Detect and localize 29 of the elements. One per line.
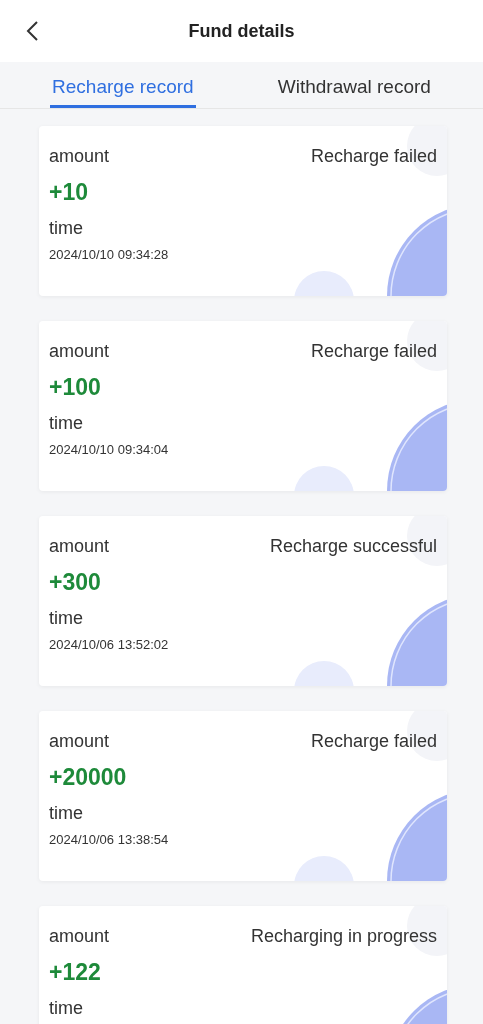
time-value: 2024/10/06 13:52:02: [49, 637, 169, 652]
status-text: Recharge failed: [310, 146, 437, 167]
back-icon[interactable]: [25, 20, 39, 42]
amount-label: amount: [49, 341, 110, 362]
status-text: Recharge failed: [310, 341, 437, 362]
tab[interactable]: Recharge record: [50, 62, 196, 108]
time-label: time: [49, 413, 83, 434]
time-value: 2024/10/10 09:34:04: [49, 442, 169, 457]
time-value: 2024/10/06 13:38:54: [49, 832, 169, 847]
amount-label: amount: [49, 926, 110, 947]
time-label: time: [49, 803, 83, 824]
amount-value: +20000: [49, 764, 127, 791]
amount-value: +122: [49, 959, 101, 986]
amount-value: +300: [49, 569, 101, 596]
time-label: time: [49, 608, 83, 629]
status-text: Recharge successful: [269, 536, 437, 557]
amount-label: amount: [49, 731, 110, 752]
tab[interactable]: Withdrawal record: [275, 62, 433, 108]
time-label: time: [49, 218, 83, 239]
amount-label: amount: [49, 536, 110, 557]
circle-decoration-drawing: [401, 990, 447, 1024]
page-title: Fund details: [188, 20, 295, 42]
amount-value: +10: [49, 179, 88, 206]
time-label: time: [49, 998, 83, 1019]
amount-label: amount: [49, 146, 110, 167]
status-text: Recharge failed: [310, 731, 437, 752]
status-text: Recharging in progress: [250, 926, 437, 947]
time-value: 2024/10/10 09:34:28: [49, 247, 169, 262]
amount-value: +100: [49, 374, 101, 401]
